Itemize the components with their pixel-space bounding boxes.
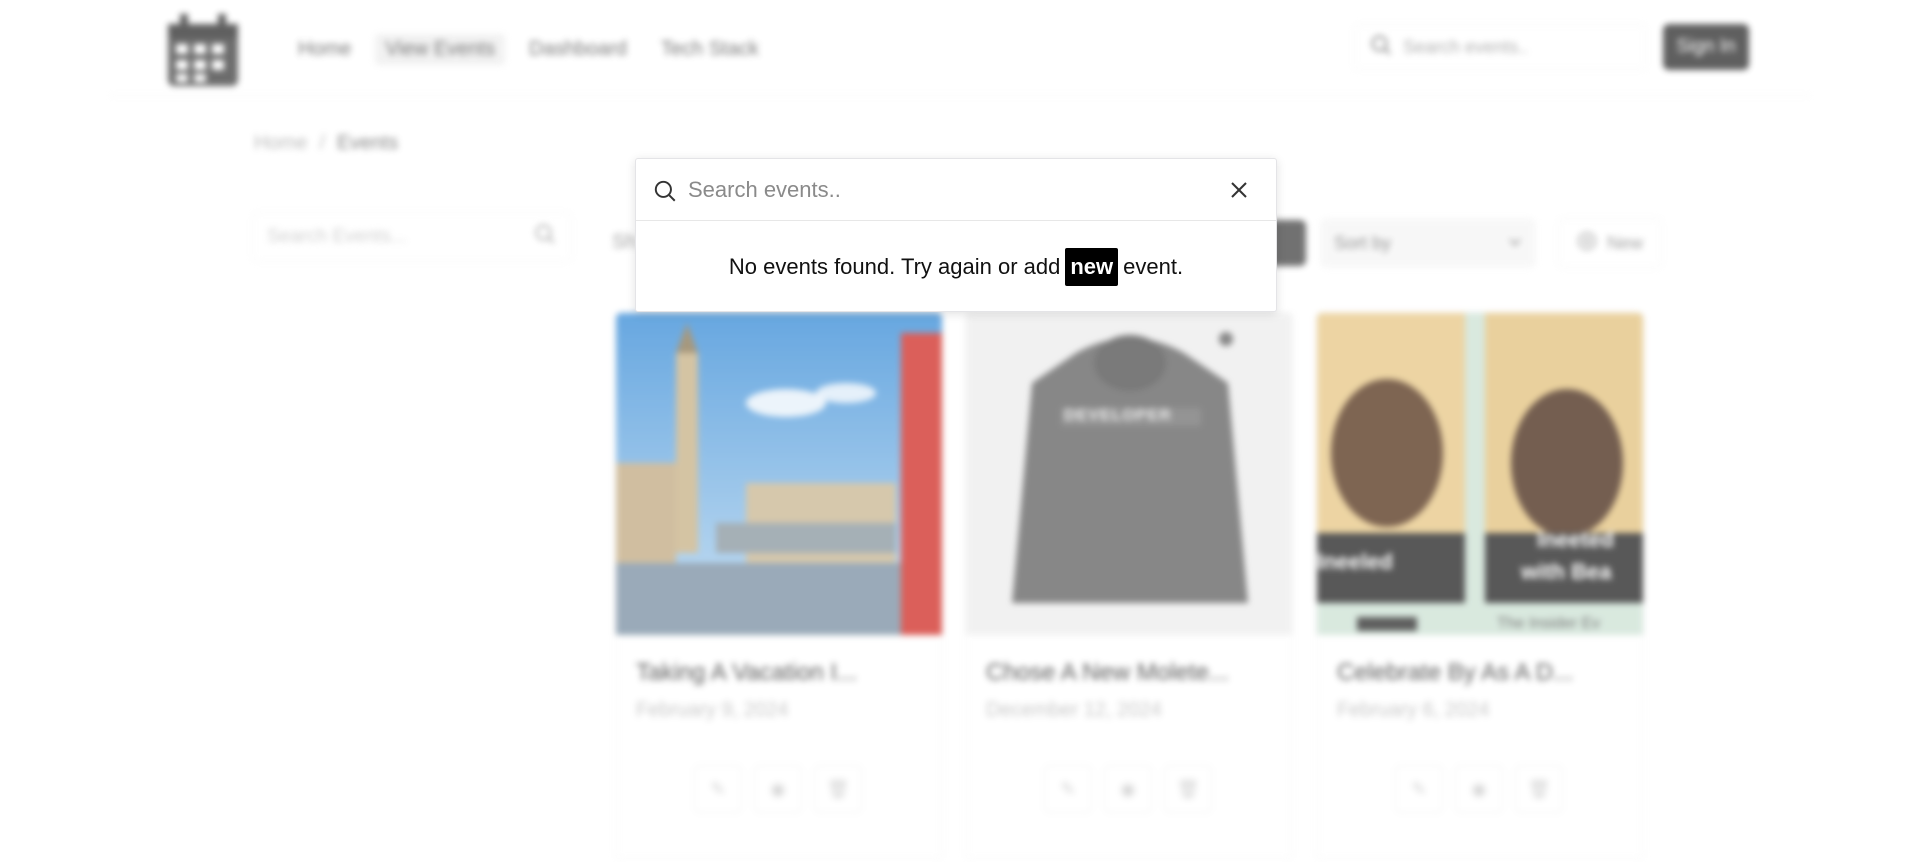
event-title[interactable]: Celebrate By As A D...	[1337, 659, 1573, 687]
breadcrumb: Home / Events	[254, 132, 398, 155]
breadcrumb-current: Events	[336, 132, 399, 154]
close-icon[interactable]	[1226, 177, 1252, 203]
delete-trash-icon[interactable]: 🗑	[814, 765, 862, 813]
no-results-message: No events found. Try again or add new ev…	[636, 221, 1276, 313]
poster-right-text-1: Ineeted	[1537, 527, 1615, 552]
sidebar-search-input[interactable]: Search Events...	[252, 212, 572, 262]
header-search-placeholder: Search events..	[1403, 36, 1529, 57]
delete-trash-icon[interactable]: 🗑	[1164, 765, 1212, 813]
event-date: December 12, 2024	[986, 699, 1162, 721]
sidebar-search-placeholder: Search Events...	[267, 226, 407, 247]
edit-pencil-icon[interactable]: ✎	[1044, 765, 1092, 813]
header-search-box[interactable]: Search events..	[1354, 24, 1646, 70]
event-title[interactable]: Chose A New Molete...	[986, 659, 1229, 687]
delete-trash-icon[interactable]: 🗑	[1515, 765, 1563, 813]
dialog-search-input[interactable]	[686, 169, 1206, 211]
poster-left-text: Ineeled	[1317, 549, 1393, 574]
edit-pencil-icon[interactable]: ✎	[1395, 765, 1443, 813]
sign-in-button[interactable]: Sign In	[1663, 24, 1749, 70]
card-actions: ✎ ◉ 🗑	[1395, 765, 1563, 813]
no-results-text: No events found. Try again or add	[728, 254, 1061, 279]
main-nav: Home View Events Dashboard Tech Stack	[288, 34, 769, 65]
add-new-event-link[interactable]: new	[1065, 248, 1119, 286]
card-actions: ✎ ◉ 🗑	[1044, 765, 1212, 813]
chevron-down-icon	[1508, 233, 1522, 254]
filter-label: Sh	[612, 231, 637, 253]
nav-dashboard[interactable]: Dashboard	[519, 34, 637, 65]
breadcrumb-home[interactable]: Home	[254, 132, 307, 155]
event-title[interactable]: Taking A Vacation I...	[636, 659, 857, 687]
no-results-text-suffix: event.	[1123, 254, 1184, 279]
search-icon	[652, 178, 678, 209]
new-event-label: New	[1606, 232, 1643, 253]
search-dialog: No events found. Try again or add new ev…	[635, 158, 1277, 312]
event-image	[616, 313, 942, 635]
event-date: February 9, 2024	[636, 699, 789, 721]
view-eye-icon[interactable]: ◉	[1104, 765, 1152, 813]
search-icon	[1369, 33, 1393, 62]
hoodie-text: DEVELOPER	[1064, 407, 1172, 424]
event-card[interactable]: Ineeled Ineeted with Bea The Insider Ev …	[1316, 312, 1644, 860]
poster-caption: The Insider Ev	[1497, 615, 1601, 632]
nav-home[interactable]: Home	[288, 34, 361, 65]
poster-right-text-2: with Bea	[1521, 559, 1612, 584]
nav-view-events[interactable]: View Events	[375, 34, 506, 65]
view-eye-icon[interactable]: ◉	[1455, 765, 1503, 813]
card-actions: ✎ ◉ 🗑	[694, 765, 862, 813]
calendar-logo-icon[interactable]	[162, 10, 244, 90]
event-card[interactable]: DEVELOPER Chose A New Molete... December…	[965, 312, 1293, 860]
event-image: Ineeled Ineeted with Bea The Insider Ev	[1317, 313, 1643, 635]
breadcrumb-separator: /	[319, 132, 325, 154]
event-date: February 6, 2024	[1337, 699, 1490, 721]
event-card[interactable]: Taking A Vacation I... February 9, 2024 …	[615, 312, 943, 860]
sort-select[interactable]: Sort by	[1320, 218, 1536, 268]
edit-pencil-icon[interactable]: ✎	[694, 765, 742, 813]
new-event-button[interactable]: New	[1558, 218, 1662, 268]
view-eye-icon[interactable]: ◉	[754, 765, 802, 813]
plus-circle-icon	[1577, 231, 1597, 256]
background-page: Home View Events Dashboard Tech Stack Se…	[0, 0, 1911, 862]
dialog-search-row	[636, 159, 1276, 221]
nav-tech-stack[interactable]: Tech Stack	[651, 34, 769, 65]
event-image: DEVELOPER	[966, 313, 1292, 635]
search-icon[interactable]	[533, 222, 557, 252]
sort-select-value: Sort by	[1334, 232, 1392, 253]
